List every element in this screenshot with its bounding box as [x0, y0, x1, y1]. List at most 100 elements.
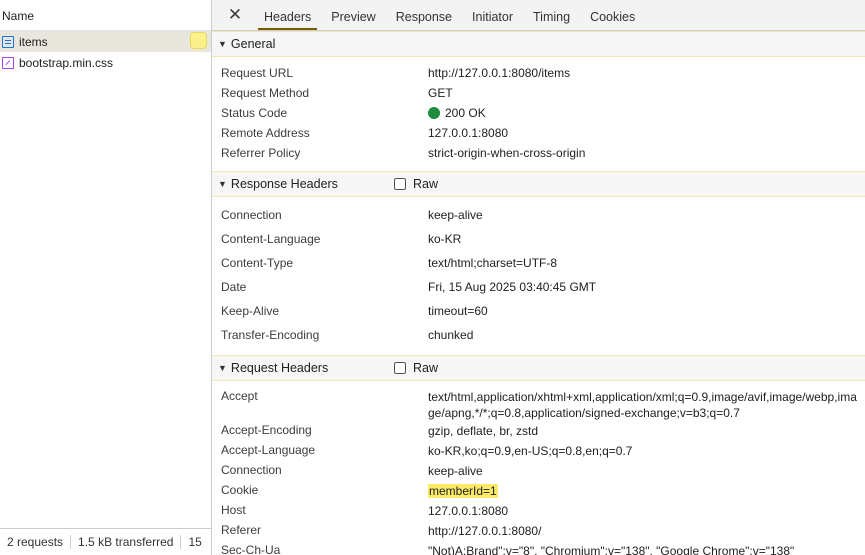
response-headers-section: Connection keep-alive Content-Language k…: [212, 197, 865, 355]
header-row: Referrer Policy strict-origin-when-cross…: [212, 143, 865, 163]
raw-checkbox[interactable]: [394, 178, 406, 190]
request-name: bootstrap.min.css: [19, 55, 114, 70]
header-key: Cookie: [221, 483, 259, 497]
transferred-size: 1.5 kB transferred: [78, 535, 174, 549]
header-row: Request URL http://127.0.0.1:8080/items: [212, 63, 865, 83]
response-headers-section-header[interactable]: ▼ Response Headers Raw: [212, 171, 865, 197]
header-key: Accept-Encoding: [221, 423, 312, 437]
tab-response[interactable]: Response: [386, 0, 462, 30]
header-row: Date Fri, 15 Aug 2025 03:40:45 GMT: [212, 275, 865, 299]
tab-cookies[interactable]: Cookies: [580, 0, 645, 30]
network-summary-bar: 2 requests 1.5 kB transferred 15: [0, 528, 212, 555]
request-name: items: [19, 34, 48, 49]
tab-initiator[interactable]: Initiator: [462, 0, 523, 30]
close-icon[interactable]: ✕: [224, 0, 246, 30]
raw-label: Raw: [413, 177, 439, 191]
header-row: Accept-Encoding gzip, deflate, br, zstd: [212, 421, 865, 441]
header-row: Sec-Ch-Ua "Not)A;Brand";v="8", "Chromium…: [212, 541, 865, 555]
header-row: Status Code 200 OK: [212, 103, 865, 123]
header-row: Content-Language ko-KR: [212, 227, 865, 251]
header-value: ko-KR: [428, 232, 462, 246]
highlighted-cookie: memberId=1: [428, 484, 498, 498]
tab-timing[interactable]: Timing: [523, 0, 580, 30]
header-row: Content-Type text/html;charset=UTF-8: [212, 251, 865, 275]
header-key: Referer: [221, 523, 262, 537]
raw-checkbox[interactable]: [394, 362, 406, 374]
header-value: keep-alive: [428, 208, 483, 222]
header-row: Cookie memberId=1: [212, 481, 865, 501]
header-value: keep-alive: [428, 464, 483, 478]
header-key: Host: [221, 503, 246, 517]
header-key: Transfer-Encoding: [221, 328, 320, 342]
header-key: Sec-Ch-Ua: [221, 543, 281, 555]
header-row: Referer http://127.0.0.1:8080/: [212, 521, 865, 541]
header-key: Content-Type: [221, 256, 294, 270]
request-list-panel: Name items bootstrap.min.css 2 requests …: [0, 0, 212, 555]
header-value: text/html,application/xhtml+xml,applicat…: [428, 390, 857, 420]
header-key: Request Method: [221, 86, 310, 100]
details-tab-bar: ✕ Headers Preview Response Initiator Tim…: [212, 0, 865, 31]
triangle-down-icon: ▼: [218, 363, 227, 373]
header-key: Connection: [221, 463, 282, 477]
header-row: Connection keep-alive: [212, 461, 865, 481]
stylesheet-icon: [2, 56, 14, 69]
header-key: Connection: [221, 208, 282, 222]
header-value: timeout=60: [428, 304, 488, 318]
header-value: http://127.0.0.1:8080/: [428, 524, 542, 538]
request-headers-section-header[interactable]: ▼ Request Headers Raw: [212, 355, 865, 381]
raw-toggle[interactable]: Raw: [394, 177, 438, 191]
header-value: 127.0.0.1:8080: [428, 504, 509, 518]
header-key: Status Code: [221, 106, 288, 120]
raw-toggle[interactable]: Raw: [394, 361, 438, 375]
triangle-down-icon: ▼: [218, 39, 227, 49]
general-section-header[interactable]: ▼ General: [212, 31, 865, 57]
header-value: "Not)A;Brand";v="8", "Chromium";v="138",…: [428, 544, 795, 555]
header-key: Request URL: [221, 66, 294, 80]
header-value: text/html;charset=UTF-8: [428, 256, 558, 270]
section-title: General: [230, 37, 276, 51]
resources-size-cut: 15: [188, 535, 202, 549]
request-headers-section: Accept text/html,application/xhtml+xml,a…: [212, 381, 865, 555]
header-row: Accept-Language ko-KR,ko;q=0.9,en-US;q=0…: [212, 441, 865, 461]
tab-preview[interactable]: Preview: [321, 0, 385, 30]
header-key: Remote Address: [221, 126, 310, 140]
request-row-items[interactable]: items: [0, 31, 211, 52]
general-section: Request URL http://127.0.0.1:8080/items …: [212, 57, 865, 171]
cookie-value: memberId=1: [428, 481, 858, 499]
header-row: Host 127.0.0.1:8080: [212, 501, 865, 521]
document-icon: [2, 35, 14, 48]
name-column-header[interactable]: Name: [0, 0, 211, 31]
header-row: Request Method GET: [212, 83, 865, 103]
section-title: Response Headers: [230, 177, 338, 191]
header-row: Remote Address 127.0.0.1:8080: [212, 123, 865, 143]
header-key: Referrer Policy: [221, 146, 301, 160]
raw-label: Raw: [413, 361, 439, 375]
header-key: Content-Language: [221, 232, 321, 246]
request-count: 2 requests: [7, 535, 64, 549]
section-title: Request Headers: [230, 361, 329, 375]
header-value: gzip, deflate, br, zstd: [428, 424, 539, 438]
request-row-bootstrap[interactable]: bootstrap.min.css: [0, 52, 211, 73]
header-key: Accept-Language: [221, 443, 316, 457]
header-value: http://127.0.0.1:8080/items: [428, 66, 571, 80]
header-value: Fri, 15 Aug 2025 03:40:45 GMT: [428, 280, 597, 294]
header-row: Accept text/html,application/xhtml+xml,a…: [212, 387, 865, 421]
tab-headers[interactable]: Headers: [254, 0, 321, 30]
header-key: Keep-Alive: [221, 304, 280, 318]
header-value: 200 OK: [445, 106, 486, 120]
header-key: Accept: [221, 389, 258, 403]
header-key: Date: [221, 280, 247, 294]
highlight-marker: [190, 32, 207, 49]
header-row: Connection keep-alive: [212, 203, 865, 227]
header-value: chunked: [428, 328, 474, 342]
header-value: strict-origin-when-cross-origin: [428, 146, 586, 160]
request-details-panel: ✕ Headers Preview Response Initiator Tim…: [212, 0, 865, 555]
status-value: 200 OK: [428, 105, 858, 121]
status-ok-icon: [428, 107, 440, 119]
header-value: 127.0.0.1:8080: [428, 126, 509, 140]
header-row: Transfer-Encoding chunked: [212, 323, 865, 347]
header-value: ko-KR,ko;q=0.9,en-US;q=0.8,en;q=0.7: [428, 444, 633, 458]
header-row: Keep-Alive timeout=60: [212, 299, 865, 323]
header-value: GET: [428, 86, 453, 100]
triangle-down-icon: ▼: [218, 179, 227, 189]
